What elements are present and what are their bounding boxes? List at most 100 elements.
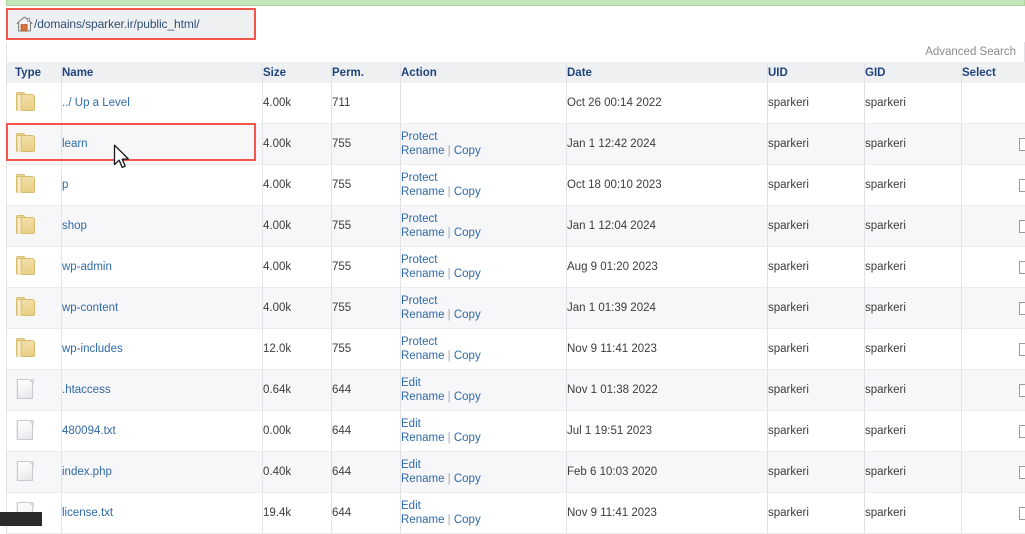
row-select-checkbox[interactable]: [1019, 425, 1025, 438]
cell-name: 480094.txt: [62, 411, 263, 452]
column-header-perm[interactable]: Perm.: [332, 62, 401, 83]
action-separator: |: [444, 432, 453, 444]
table-row[interactable]: 480094.txt0.00k644EditRename | CopyJul 1…: [7, 411, 1025, 452]
table-row[interactable]: wp-admin4.00k755ProtectRename | CopyAug …: [7, 247, 1025, 288]
file-name-link[interactable]: 480094.txt: [62, 425, 116, 437]
table-row[interactable]: wp-includes12.0k755ProtectRename | CopyN…: [7, 329, 1025, 370]
cell-gid: sparkeri: [865, 247, 962, 288]
table-row[interactable]: license.txt19.4k644EditRename | CopyNov …: [7, 493, 1025, 534]
file-name-link[interactable]: .htaccess: [62, 384, 111, 396]
row-select-checkbox[interactable]: [1019, 138, 1025, 151]
table-row[interactable]: index.php0.40k644EditRename | CopyFeb 6 …: [7, 452, 1025, 493]
table-row[interactable]: wp-content4.00k755ProtectRename | CopyJa…: [7, 288, 1025, 329]
row-select-checkbox[interactable]: [1019, 466, 1025, 479]
folder-icon: [15, 337, 37, 359]
file-name-link[interactable]: index.php: [62, 466, 112, 478]
cell-date: Nov 9 11:41 2023: [567, 329, 768, 370]
advanced-search-link[interactable]: Advanced Search: [925, 46, 1016, 58]
table-row[interactable]: p4.00k755ProtectRename | CopyOct 18 00:1…: [7, 165, 1025, 206]
copy-link[interactable]: Copy: [454, 268, 481, 280]
edit-link[interactable]: Edit: [401, 459, 421, 471]
column-header-date[interactable]: Date: [567, 62, 768, 83]
protect-link[interactable]: Protect: [401, 254, 437, 266]
table-row[interactable]: ../ Up a Level4.00k711Oct 26 00:14 2022s…: [7, 83, 1025, 124]
protect-link[interactable]: Protect: [401, 131, 437, 143]
rename-link[interactable]: Rename: [401, 432, 444, 444]
cell-select: [962, 370, 1025, 411]
file-name-link[interactable]: learn: [62, 138, 88, 150]
action-separator: |: [444, 227, 453, 239]
edit-link[interactable]: Edit: [401, 377, 421, 389]
cell-type: [7, 165, 62, 206]
rename-link[interactable]: Rename: [401, 309, 444, 321]
cell-date: Oct 26 00:14 2022: [567, 83, 768, 124]
copy-link[interactable]: Copy: [454, 227, 481, 239]
protect-link[interactable]: Protect: [401, 172, 437, 184]
file-name-link[interactable]: ../ Up a Level: [62, 97, 130, 109]
protect-link[interactable]: Protect: [401, 295, 437, 307]
edit-link[interactable]: Edit: [401, 418, 421, 430]
breadcrumb[interactable]: /domains/sparker.ir/public_html/: [6, 8, 256, 40]
copy-link[interactable]: Copy: [454, 473, 481, 485]
rename-link[interactable]: Rename: [401, 227, 444, 239]
copy-link[interactable]: Copy: [454, 309, 481, 321]
cell-date: Jul 1 19:51 2023: [567, 411, 768, 452]
cell-permissions: 644: [332, 452, 401, 493]
rename-link[interactable]: Rename: [401, 473, 444, 485]
copy-link[interactable]: Copy: [454, 186, 481, 198]
column-header-gid[interactable]: GID: [865, 62, 962, 83]
home-icon[interactable]: [16, 16, 33, 32]
table-row[interactable]: learn4.00k755ProtectRename | CopyJan 1 1…: [7, 124, 1025, 165]
file-name-link[interactable]: shop: [62, 220, 87, 232]
cell-date: Aug 9 01:20 2023: [567, 247, 768, 288]
cell-name: p: [62, 165, 263, 206]
copy-link[interactable]: Copy: [454, 350, 481, 362]
breadcrumb-path[interactable]: /domains/sparker.ir/public_html/: [34, 17, 200, 31]
copy-link[interactable]: Copy: [454, 514, 481, 526]
column-header-size[interactable]: Size: [263, 62, 332, 83]
protect-link[interactable]: Protect: [401, 213, 437, 225]
rename-link[interactable]: Rename: [401, 350, 444, 362]
row-select-checkbox[interactable]: [1019, 384, 1025, 397]
rename-link[interactable]: Rename: [401, 145, 444, 157]
action-separator: |: [444, 309, 453, 321]
row-select-checkbox[interactable]: [1019, 343, 1025, 356]
cell-size: 4.00k: [263, 124, 332, 165]
column-header-type[interactable]: Type: [7, 62, 62, 83]
protect-link[interactable]: Protect: [401, 336, 437, 348]
cell-name: wp-content: [62, 288, 263, 329]
rename-link[interactable]: Rename: [401, 514, 444, 526]
edit-link[interactable]: Edit: [401, 500, 421, 512]
cell-action: Edit Rename | Copy: [401, 411, 567, 452]
row-select-checkbox[interactable]: [1019, 507, 1025, 520]
table-row[interactable]: shop4.00k755ProtectRename | CopyJan 1 12…: [7, 206, 1025, 247]
column-header-action[interactable]: Action: [401, 62, 567, 83]
row-select-checkbox[interactable]: [1019, 261, 1025, 274]
cell-type: [7, 452, 62, 493]
cell-gid: sparkeri: [865, 370, 962, 411]
rename-link[interactable]: Rename: [401, 268, 444, 280]
cell-type: [7, 329, 62, 370]
file-name-link[interactable]: license.txt: [62, 507, 113, 519]
column-header-uid[interactable]: UID: [768, 62, 865, 83]
copy-link[interactable]: Copy: [454, 432, 481, 444]
row-select-checkbox[interactable]: [1019, 220, 1025, 233]
cell-uid: sparkeri: [768, 206, 865, 247]
copy-link[interactable]: Copy: [454, 391, 481, 403]
row-select-checkbox[interactable]: [1019, 302, 1025, 315]
file-name-link[interactable]: p: [62, 179, 68, 191]
file-name-link[interactable]: wp-includes: [62, 343, 123, 355]
column-header-name[interactable]: Name: [62, 62, 263, 83]
cell-date: Feb 6 10:03 2020: [567, 452, 768, 493]
cell-uid: sparkeri: [768, 411, 865, 452]
rename-link[interactable]: Rename: [401, 186, 444, 198]
copy-link[interactable]: Copy: [454, 145, 481, 157]
cell-type: [7, 83, 62, 124]
row-select-checkbox[interactable]: [1019, 179, 1025, 192]
file-name-link[interactable]: wp-content: [62, 302, 118, 314]
table-row[interactable]: .htaccess0.64k644EditRename | CopyNov 1 …: [7, 370, 1025, 411]
column-header-select[interactable]: Select: [962, 62, 1025, 83]
rename-link[interactable]: Rename: [401, 391, 444, 403]
file-name-link[interactable]: wp-admin: [62, 261, 112, 273]
bottom-taskbar-fragment: [0, 512, 42, 526]
